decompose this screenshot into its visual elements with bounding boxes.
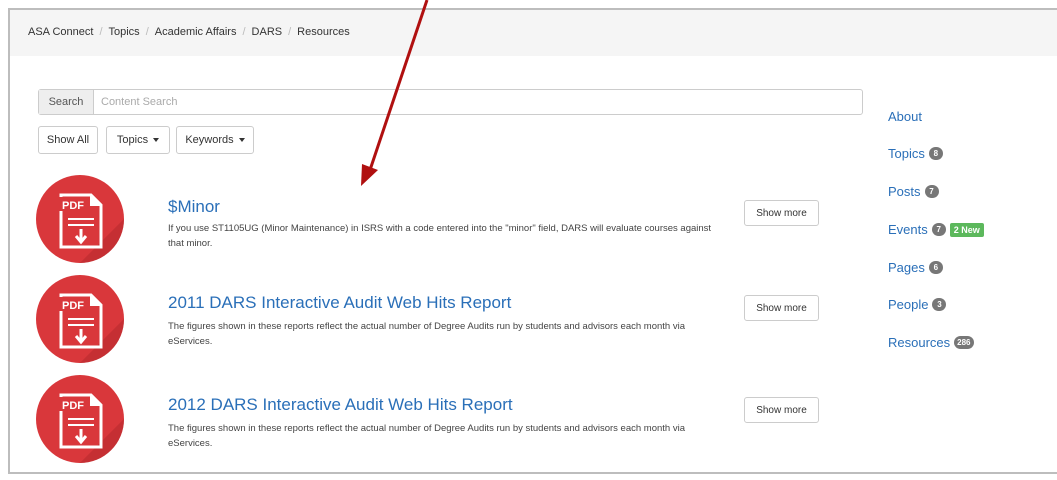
keywords-dropdown-button[interactable]: Keywords [176, 126, 254, 154]
page-frame: ASA Connect / Topics / Academic Affairs / DARS… [8, 8, 1057, 474]
sidebar-item-topics[interactable]: Topics 8 [888, 146, 943, 161]
show-more-button[interactable]: Show more [744, 200, 819, 226]
new-badge: 2 New [949, 222, 984, 237]
sidebar-item-label: About [888, 109, 922, 124]
breadcrumb-item-academic-affairs[interactable]: Academic Affairs [155, 26, 237, 38]
breadcrumb: ASA Connect / Topics / Academic Affairs / DARS… [28, 26, 350, 38]
topics-dropdown-label: Topics [116, 134, 149, 146]
show-all-button[interactable]: Show All [38, 126, 98, 154]
pdf-label: PDF [62, 200, 84, 212]
count-badge: 7 [924, 185, 939, 198]
result-description: The figures shown in these reports refle… [168, 423, 685, 449]
result-description: The figures shown in these reports refle… [168, 321, 685, 347]
count-badge: 286 [954, 336, 974, 349]
sidebar-item-events[interactable]: Events 7 2 New [888, 222, 984, 237]
breadcrumb-item-dars[interactable]: DARS [252, 26, 283, 38]
result-item: PDF 2012 DARS Interactive Audit Web Hits… [10, 375, 850, 472]
breadcrumb-bar: ASA Connect / Topics / Academic Affairs / DARS… [10, 10, 1057, 56]
sidebar-item-label: Pages [888, 260, 925, 275]
caret-down-icon [238, 138, 245, 142]
sidebar-item-label: Topics [888, 146, 925, 161]
pdf-label: PDF [62, 300, 84, 312]
show-more-button[interactable]: Show more [744, 295, 819, 321]
keywords-dropdown-label: Keywords [185, 134, 234, 146]
caret-down-icon [153, 138, 160, 142]
breadcrumb-item-asa-connect[interactable]: ASA Connect [28, 26, 93, 38]
pdf-file-icon[interactable]: PDF [36, 375, 124, 463]
result-title-link[interactable]: 2012 DARS Interactive Audit Web Hits Rep… [168, 395, 513, 415]
show-more-button[interactable]: Show more [744, 397, 819, 423]
sidebar-item-pages[interactable]: Pages 6 [888, 260, 943, 275]
result-title-link[interactable]: 2011 DARS Interactive Audit Web Hits Rep… [168, 293, 511, 313]
sidebar-item-label: Events [888, 222, 928, 237]
result-item: PDF 2011 DARS Interactive Audit Web Hits… [10, 275, 850, 375]
result-description: If you use ST1105UG (Minor Maintenance) … [168, 223, 712, 249]
result-item: PDF $Minor If you use ST1105UG (Minor Ma… [10, 175, 850, 275]
sidebar-item-label: Posts [888, 184, 921, 199]
breadcrumb-item-topics[interactable]: Topics [109, 26, 140, 38]
pdf-file-icon[interactable]: PDF [36, 275, 124, 363]
show-all-label: Show All [46, 134, 90, 146]
search-input[interactable] [94, 90, 862, 114]
sidebar-item-label: People [888, 297, 929, 312]
sidebar-item-people[interactable]: People 3 [888, 297, 947, 312]
sidebar-item-about[interactable]: About [888, 109, 922, 124]
sidebar-item-label: Resources [888, 335, 951, 350]
topics-dropdown-button[interactable]: Topics [106, 126, 170, 154]
count-badge: 8 [928, 147, 943, 160]
search-addon-label: Search [39, 90, 94, 114]
count-badge: 3 [932, 298, 947, 311]
result-title-link[interactable]: $Minor [168, 197, 220, 217]
count-badge: 7 [931, 223, 946, 236]
search-group: Search [38, 89, 863, 115]
pdf-label: PDF [62, 400, 84, 412]
count-badge: 6 [928, 261, 943, 274]
breadcrumb-item-resources: Resources [297, 26, 350, 38]
pdf-file-icon[interactable]: PDF [36, 175, 124, 263]
sidebar-item-resources[interactable]: Resources 286 [888, 335, 974, 350]
sidebar-item-posts[interactable]: Posts 7 [888, 184, 939, 199]
